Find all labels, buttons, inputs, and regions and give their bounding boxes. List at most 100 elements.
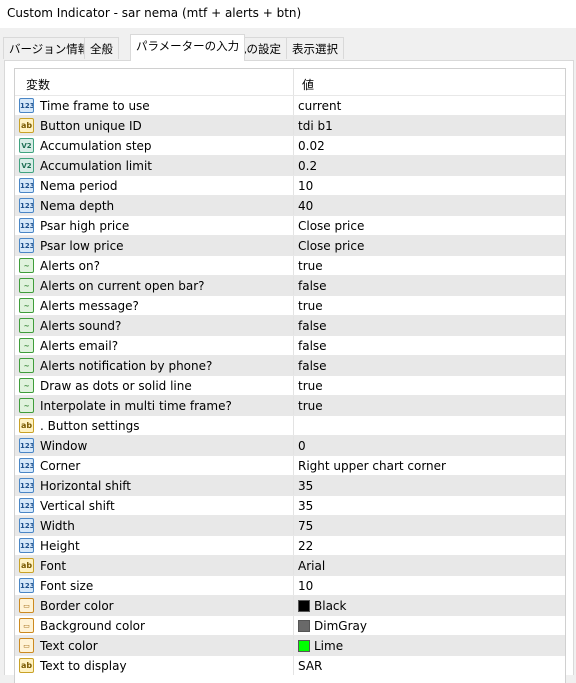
parameter-value[interactable]: Lime [298, 639, 343, 653]
table-row[interactable]: ab Text to display SAR [15, 655, 565, 675]
boolean-icon: ~ [19, 338, 34, 353]
table-row[interactable]: ab Button unique ID tdi b1 [15, 115, 565, 135]
parameter-name: Psar high price [40, 219, 130, 233]
parameter-value[interactable]: 40 [298, 199, 313, 213]
boolean-icon: ~ [19, 318, 34, 333]
table-row[interactable]: ~ Draw as dots or solid line true [15, 375, 565, 395]
integer-icon: 123 [19, 538, 34, 553]
parameter-value[interactable]: true [298, 299, 323, 313]
parameter-name: Draw as dots or solid line [40, 379, 192, 393]
table-row[interactable]: ~ Alerts sound? false [15, 315, 565, 335]
parameter-value[interactable]: tdi b1 [298, 119, 333, 133]
table-row[interactable]: ~ Alerts on current open bar? false [15, 275, 565, 295]
parameter-value[interactable]: SAR [298, 659, 322, 673]
parameter-value[interactable]: Arial [298, 559, 325, 573]
parameter-value-text: Black [314, 599, 347, 613]
parameter-value[interactable]: current [298, 99, 341, 113]
parameter-name: Button unique ID [40, 119, 142, 133]
integer-icon: 123 [19, 458, 34, 473]
parameter-value-text: false [298, 279, 327, 293]
tab-visualization[interactable]: 表示選択 [286, 37, 344, 59]
boolean-icon: ~ [19, 278, 34, 293]
table-row[interactable]: ~ Alerts notification by phone? false [15, 355, 565, 375]
table-row[interactable]: V2 Accumulation step 0.02 [15, 135, 565, 155]
parameter-value[interactable]: 35 [298, 479, 313, 493]
parameter-name: Horizontal shift [40, 479, 131, 493]
parameter-value-text: Right upper chart corner [298, 459, 446, 473]
parameter-value[interactable]: Close price [298, 219, 364, 233]
parameter-name: Width [40, 519, 75, 533]
parameter-name: Vertical shift [40, 499, 115, 513]
parameter-value[interactable]: Black [298, 599, 346, 613]
table-row[interactable]: ~ Alerts on? true [15, 255, 565, 275]
table-row[interactable]: ▭ Text color Lime [15, 635, 565, 655]
table-row[interactable]: ~ Interpolate in multi time frame? true [15, 395, 565, 415]
table-row[interactable]: 123 Font size 10 [15, 575, 565, 595]
parameter-value[interactable]: 75 [298, 519, 313, 533]
table-row[interactable]: ~ Alerts email? false [15, 335, 565, 355]
integer-icon: 123 [19, 498, 34, 513]
parameter-name: Interpolate in multi time frame? [40, 399, 232, 413]
parameter-value[interactable]: false [298, 339, 327, 353]
table-row[interactable]: 123 Corner Right upper chart corner [15, 455, 565, 475]
parameter-value[interactable]: 10 [298, 179, 313, 193]
table-row[interactable]: ▭ Border color Black [15, 595, 565, 615]
parameter-name: Alerts sound? [40, 319, 122, 333]
table-row[interactable]: 123 Time frame to use current [15, 95, 565, 115]
table-row[interactable]: 123 Horizontal shift 35 [15, 475, 565, 495]
table-row[interactable]: ~ Alerts message? true [15, 295, 565, 315]
parameter-value[interactable]: false [298, 359, 327, 373]
string-icon: ab [19, 658, 34, 673]
table-row[interactable]: 123 Nema period 10 [15, 175, 565, 195]
parameter-value-text: 0.02 [298, 139, 325, 153]
parameter-value[interactable]: false [298, 319, 327, 333]
parameter-value-text: 10 [298, 179, 314, 193]
tab-version-info[interactable]: バージョン情報 [3, 37, 96, 59]
tab-general[interactable]: 全般 [84, 37, 119, 59]
parameter-value[interactable]: true [298, 379, 323, 393]
integer-icon: 123 [19, 198, 34, 213]
table-row[interactable]: 123 Width 75 [15, 515, 565, 535]
table-row[interactable]: 123 Height 22 [15, 535, 565, 555]
table-row[interactable]: 123 Psar low price Close price [15, 235, 565, 255]
parameter-name: Text to display [40, 659, 127, 673]
parameter-value[interactable]: false [298, 279, 327, 293]
boolean-icon: ~ [19, 358, 34, 373]
table-row[interactable]: ab . Button settings [15, 415, 565, 435]
value-column-header[interactable]: 値 [302, 76, 314, 93]
table-row[interactable]: 123 Window 0 [15, 435, 565, 455]
parameter-value-text: DimGray [314, 619, 367, 633]
parameter-value-text: false [298, 319, 327, 333]
table-row[interactable]: 123 Nema depth 40 [15, 195, 565, 215]
tab-inputs[interactable]: パラメーターの入力 [130, 34, 246, 61]
integer-icon: 123 [19, 518, 34, 533]
color-icon: ▭ [19, 618, 34, 633]
parameter-value[interactable]: Close price [298, 239, 364, 253]
parameter-value[interactable]: 0.02 [298, 139, 325, 153]
parameter-value[interactable]: 0 [298, 439, 306, 453]
table-row[interactable]: ▭ Background color DimGray [15, 615, 565, 635]
integer-icon: 123 [19, 218, 34, 233]
parameter-value-text: 35 [298, 479, 314, 493]
parameter-value-text: 0 [298, 439, 306, 453]
parameter-value[interactable]: 22 [298, 539, 313, 553]
table-row[interactable]: V2 Accumulation limit 0.2 [15, 155, 565, 175]
table-row[interactable]: 123 Vertical shift 35 [15, 495, 565, 515]
parameter-name: Accumulation limit [40, 159, 152, 173]
parameter-value[interactable]: true [298, 399, 323, 413]
grid-rows: 123 Time frame to use current ab Button uniq… [15, 95, 565, 675]
double-icon: V2 [19, 158, 34, 173]
parameter-value[interactable]: Right upper chart corner [298, 459, 446, 473]
parameter-value[interactable]: DimGray [298, 619, 367, 633]
parameter-name: Time frame to use [40, 99, 150, 113]
variable-column-header[interactable]: 変数 [26, 76, 50, 93]
grid-header: 変数 値 [15, 69, 565, 95]
color-icon: ▭ [19, 638, 34, 653]
table-row[interactable]: 123 Psar high price Close price [15, 215, 565, 235]
parameter-value-text: true [298, 299, 323, 313]
parameter-value[interactable]: 35 [298, 499, 313, 513]
table-row[interactable]: ab Font Arial [15, 555, 565, 575]
parameter-value[interactable]: 10 [298, 579, 313, 593]
parameter-value[interactable]: true [298, 259, 323, 273]
parameter-value[interactable]: 0.2 [298, 159, 317, 173]
